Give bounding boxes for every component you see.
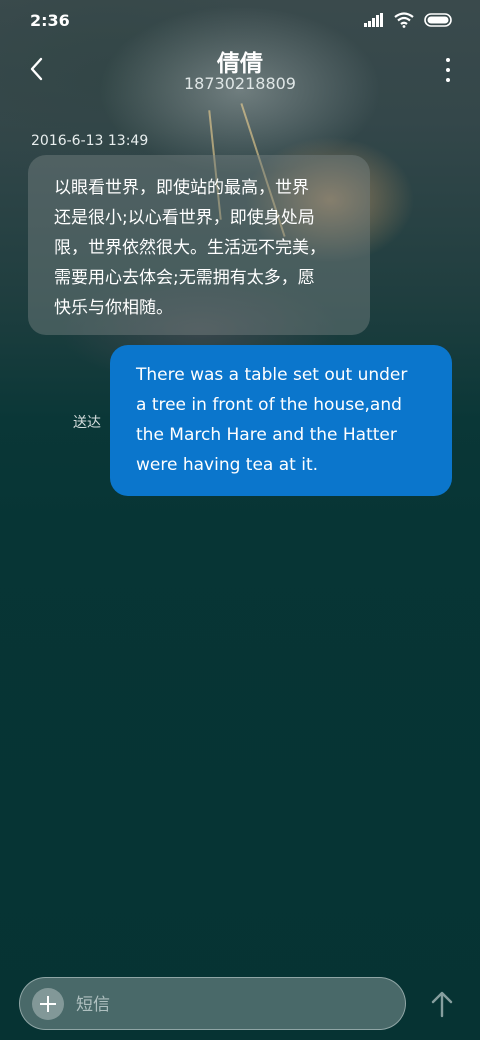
conversation-header: 倩倩 18730218809 xyxy=(0,40,480,104)
message-input[interactable] xyxy=(76,978,386,1031)
message-line: 还是很小;以心看世界，即使身处局 xyxy=(54,208,315,228)
send-button[interactable] xyxy=(430,990,454,1018)
message-line: 以眼看世界，即使站的最高，世界 xyxy=(54,178,309,198)
delivery-status: 送达 xyxy=(73,415,101,431)
more-options-button[interactable] xyxy=(444,58,452,82)
incoming-message-bubble[interactable]: 以眼看世界，即使站的最高，世界 还是很小;以心看世界，即使身处局 限，世界依然很… xyxy=(28,155,370,335)
plus-icon[interactable] xyxy=(32,988,64,1020)
contact-number: 18730218809 xyxy=(184,74,296,93)
wifi-icon xyxy=(394,12,414,28)
signal-icon xyxy=(364,13,383,27)
status-time: 2:36 xyxy=(30,11,70,30)
message-line: 快乐与你相随。 xyxy=(54,298,173,318)
battery-icon xyxy=(424,13,452,27)
outgoing-message-bubble[interactable]: There was a table set out under a tree i… xyxy=(110,345,452,496)
message-line: were having tea at it. xyxy=(136,455,319,475)
status-bar: 2:36 xyxy=(0,0,480,40)
message-line: the March Hare and the Hatter xyxy=(136,425,397,445)
contact-name: 倩倩 xyxy=(217,51,263,77)
status-icons xyxy=(364,12,454,28)
message-line: a tree in front of the house,and xyxy=(136,395,402,415)
more-vertical-icon xyxy=(446,58,450,62)
arrow-up-icon xyxy=(431,991,453,1018)
message-line: There was a table set out under xyxy=(136,365,408,385)
message-line: 限，世界依然很大。生活远不完美， xyxy=(54,238,326,258)
message-timestamp: 2016-6-13 13:49 xyxy=(31,133,149,149)
message-composer xyxy=(19,977,406,1031)
message-line: 需要用心去体会;无需拥有太多，愿 xyxy=(54,268,315,288)
